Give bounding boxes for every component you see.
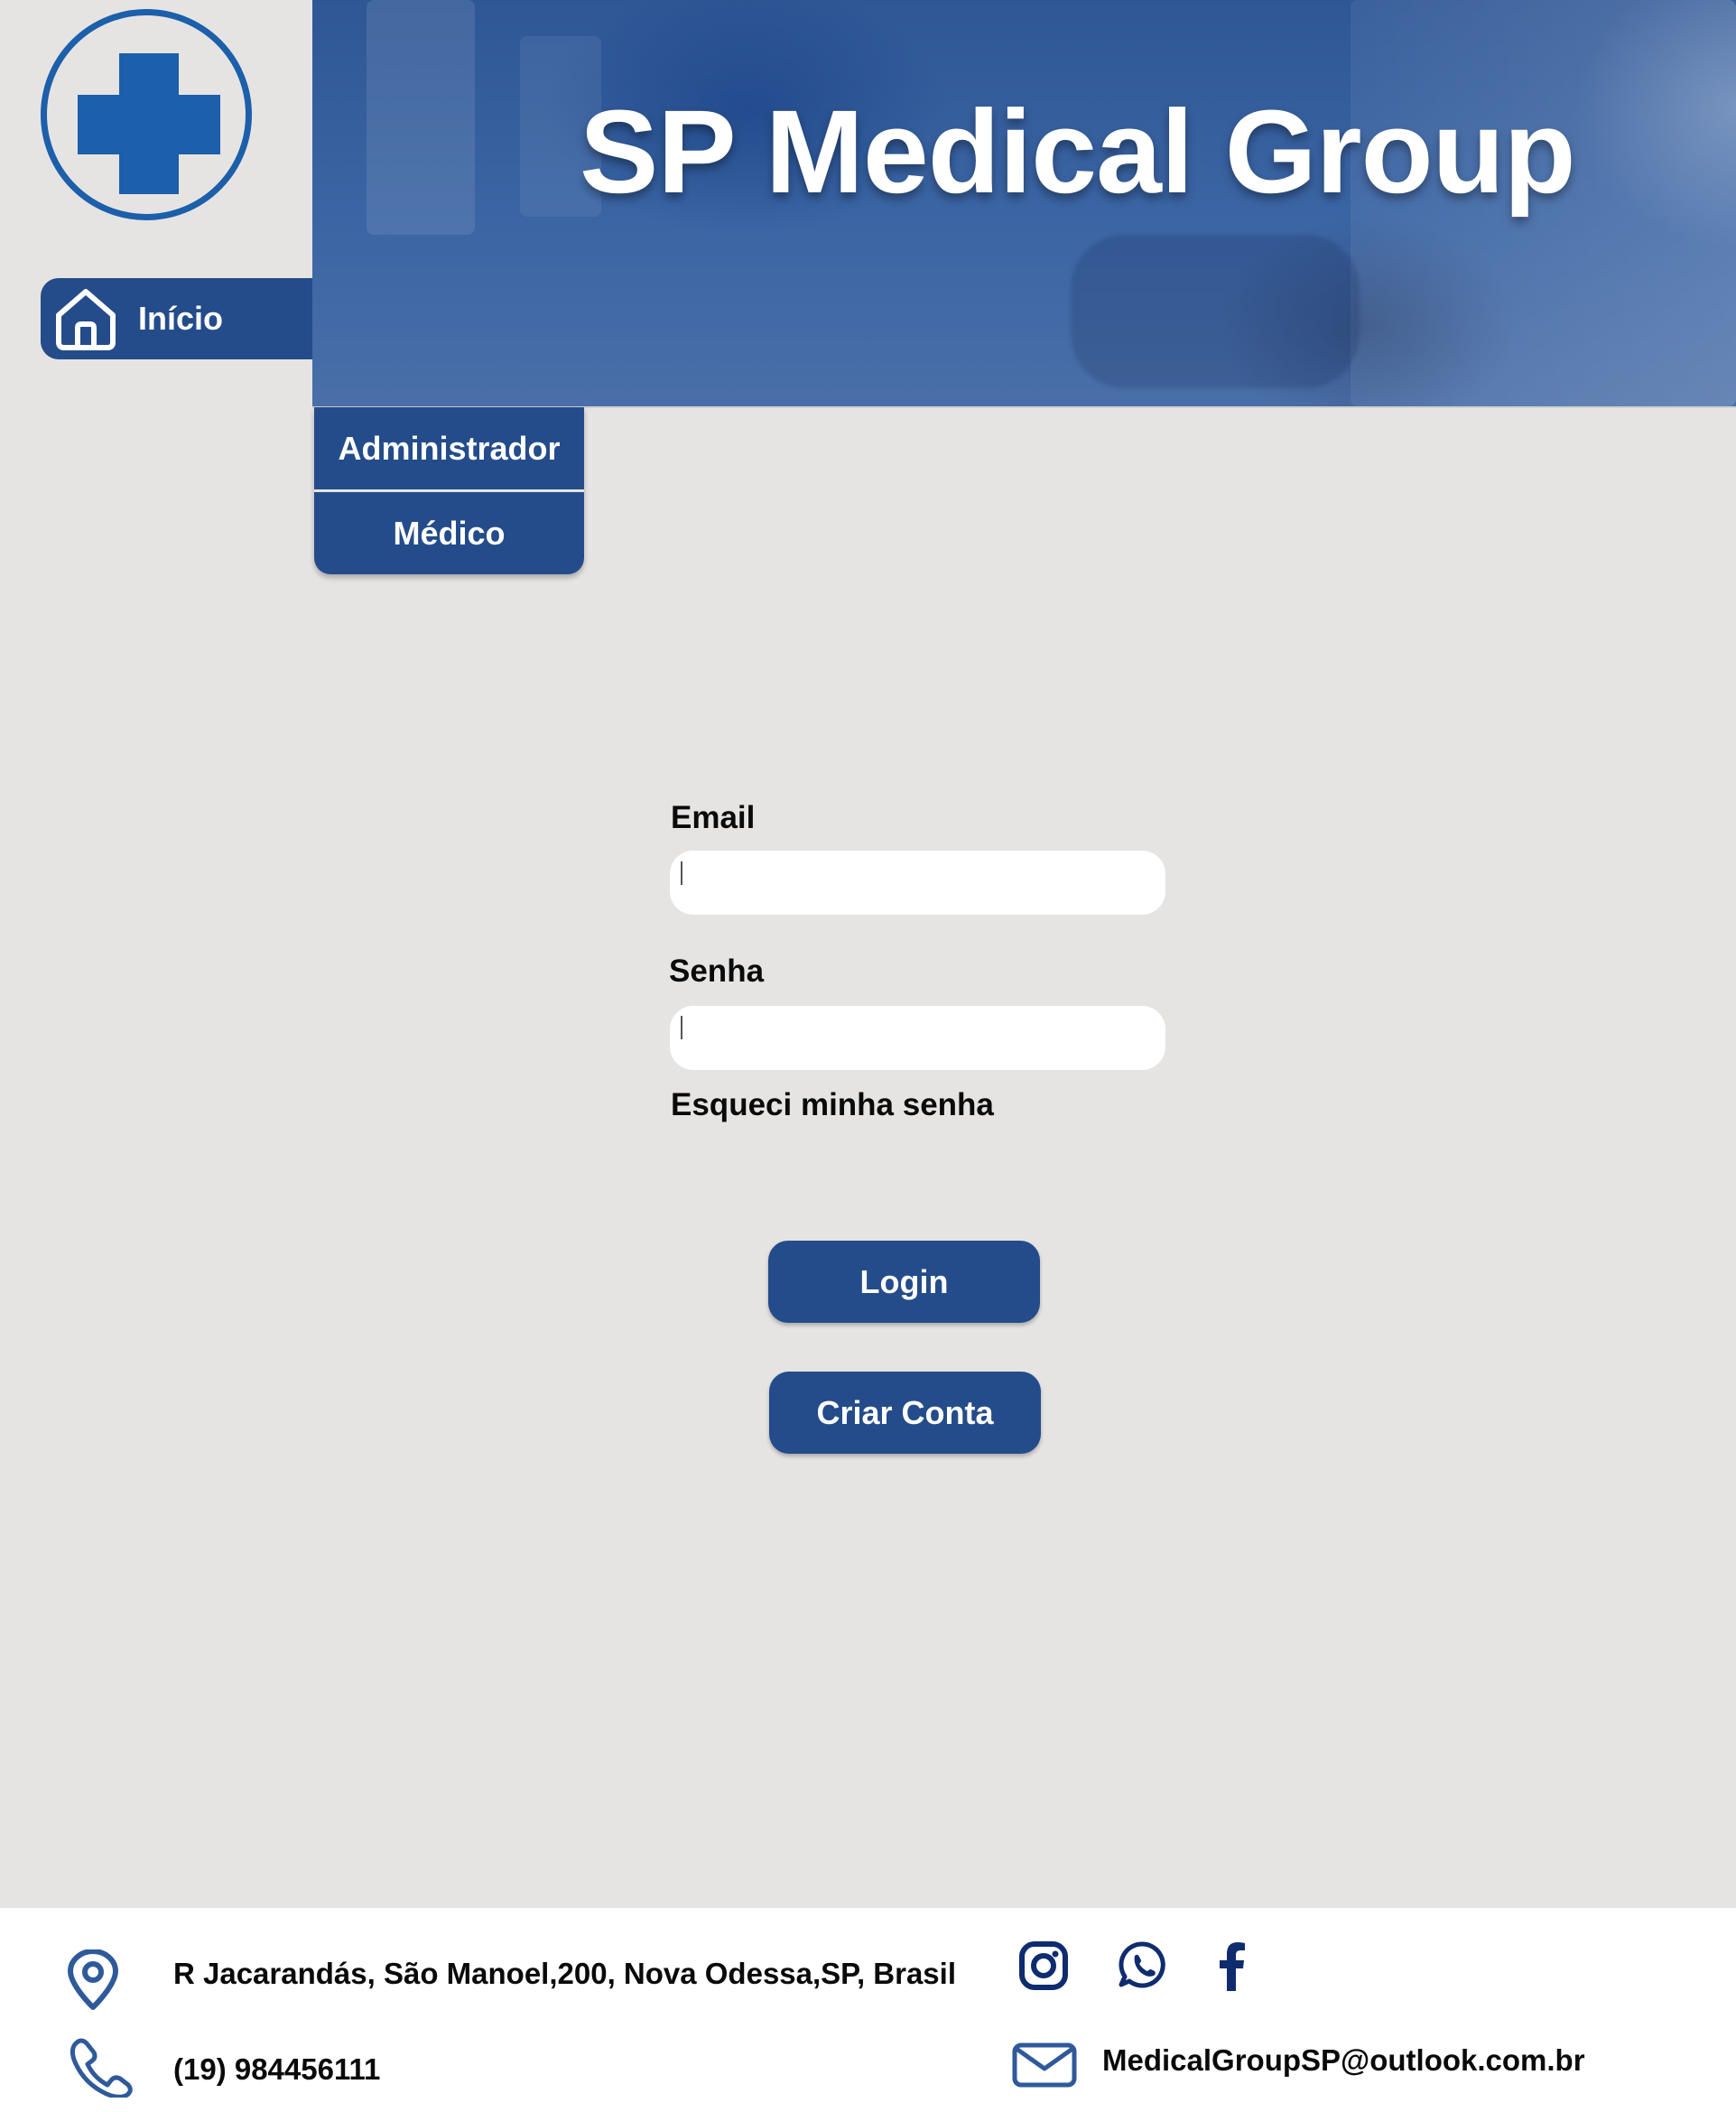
footer-address: R Jacarandás, São Manoel,200, Nova Odess… <box>173 1957 956 1990</box>
email-label: Email <box>671 800 756 835</box>
nav-home-label: Início <box>138 300 224 337</box>
dropdown-item-medico[interactable]: Médico <box>314 489 584 574</box>
banner-background-shape <box>1071 235 1360 388</box>
footer-email[interactable]: MedicalGroupSP@outlook.com.br <box>1102 2043 1585 2078</box>
dropdown-item-administrador[interactable]: Administrador <box>314 407 584 489</box>
forgot-password-link[interactable]: Esqueci minha senha <box>671 1087 994 1123</box>
facebook-icon[interactable] <box>1219 1940 1246 1991</box>
email-field[interactable] <box>670 851 1165 915</box>
whatsapp-icon[interactable] <box>1118 1940 1168 1990</box>
email-icon <box>1012 2042 1077 2088</box>
text-caret <box>681 1016 682 1039</box>
header-banner: SP Medical Group <box>312 0 1736 406</box>
user-type-dropdown: Administrador Médico <box>314 407 584 574</box>
home-icon <box>56 289 116 350</box>
location-pin-icon <box>68 1949 118 2010</box>
password-label: Senha <box>669 954 765 989</box>
text-caret <box>681 861 682 885</box>
site-title: SP Medical Group <box>580 85 1576 218</box>
logo-cross-graphic <box>78 53 220 194</box>
banner-background-shape <box>367 0 475 235</box>
create-account-button[interactable]: Criar Conta <box>769 1372 1041 1454</box>
password-field[interactable] <box>670 1006 1165 1070</box>
instagram-icon[interactable] <box>1018 1940 1069 1991</box>
phone-icon <box>70 2038 133 2098</box>
footer: R Jacarandás, São Manoel,200, Nova Odess… <box>0 1908 1736 2112</box>
login-button[interactable]: Login <box>768 1241 1040 1323</box>
footer-phone: (19) 984456111 <box>173 2052 381 2086</box>
medical-cross-icon[interactable] <box>41 9 252 220</box>
nav-home-button[interactable]: Início <box>41 278 312 359</box>
